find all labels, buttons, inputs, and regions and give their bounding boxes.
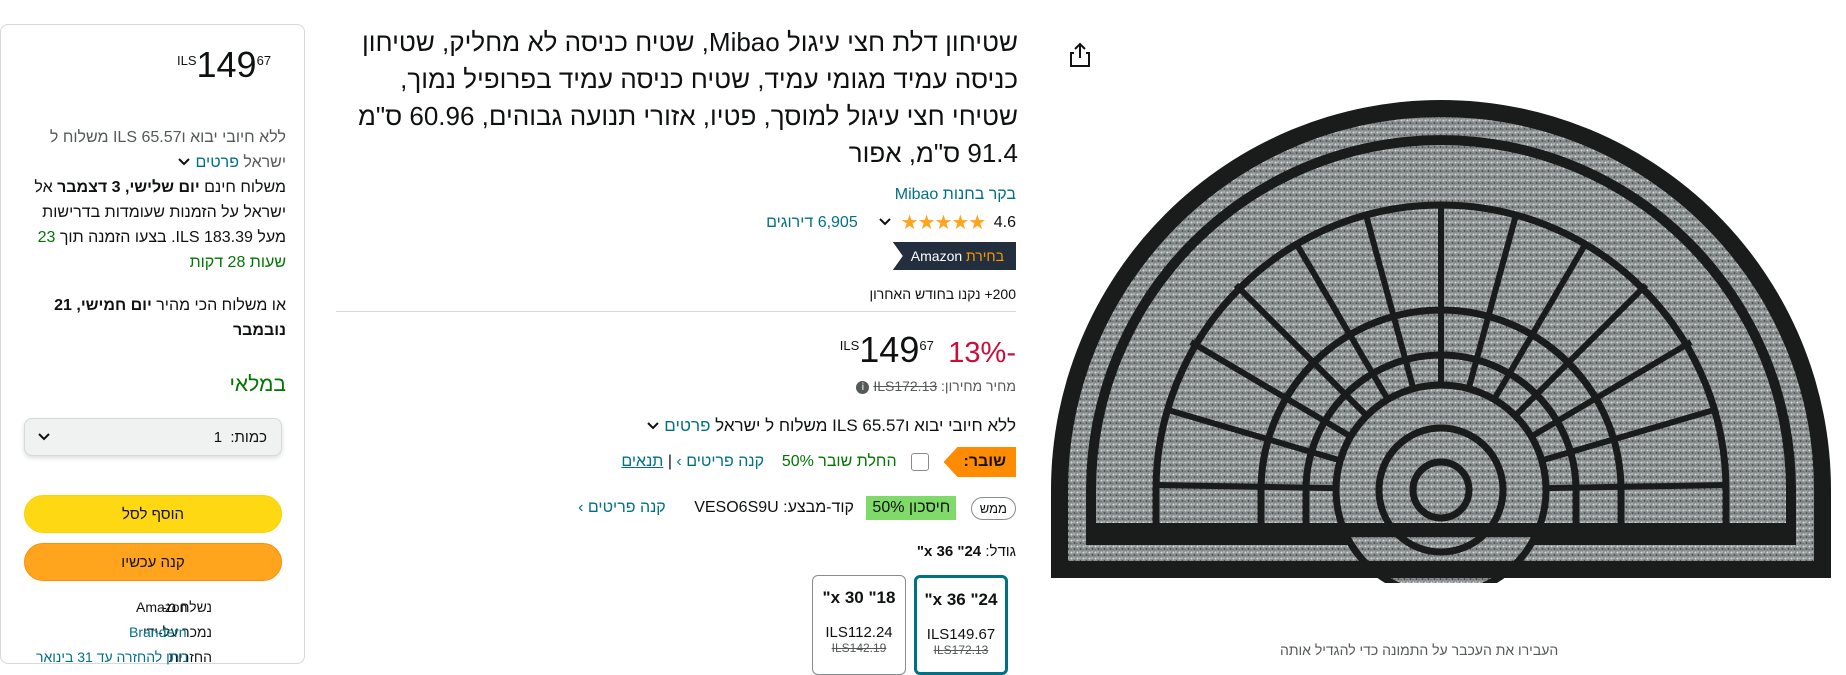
chevron-down-icon[interactable] — [878, 214, 892, 232]
in-stock-status: במלאי — [229, 373, 286, 396]
main-price: -13% ILS14967 — [839, 329, 1016, 370]
info-icon[interactable]: i — [856, 380, 870, 394]
chevron-down-icon[interactable] — [177, 154, 191, 171]
size-option-label: 18" 30 x" — [822, 588, 896, 607]
size-option-selected[interactable]: 24" 36 x" ILS149.67 ILS172.13 — [914, 575, 1008, 675]
import-fees-text: ללא חיובי יבוא וILS 65.57 משלוח ל ישראל … — [49, 129, 286, 171]
coupon-apply-label[interactable]: החלת שובר 50% — [782, 453, 897, 470]
product-image-doormat[interactable] — [1046, 65, 1836, 599]
quantity-text: כמות: 1 — [213, 429, 267, 446]
price-fraction: 67 — [256, 53, 272, 68]
ratings-count-link[interactable]: 6,905 דירוגים — [766, 214, 858, 232]
shipping-line: ללא חיובי יבוא וILS 65.57 משלוח ל ישראל … — [646, 416, 1016, 436]
chevron-down-icon[interactable] — [646, 416, 660, 435]
buybox-price: ILS14967 — [177, 47, 271, 83]
buy-now-button[interactable]: קנה עכשיו — [24, 543, 282, 581]
divider — [336, 311, 1016, 312]
free-delivery-text: משלוח חינם יום שלישי, 3 דצמבר אל ישראל ע… — [34, 179, 286, 271]
amazon-choice-badge: בחירת Amazon — [892, 242, 1016, 270]
size-option-label: 24" 36 x" — [924, 590, 998, 609]
promo-code-label: קוד-מבצע: — [783, 499, 854, 516]
size-option-price: ILS112.24 — [825, 624, 893, 641]
sold-by-link[interactable]: Brandern — [129, 624, 187, 640]
size-option-price: ILS149.67 — [926, 626, 996, 643]
promo-code: VESO6S9U — [694, 499, 779, 516]
discount-percent: -13% — [948, 337, 1016, 369]
store-link[interactable]: בקר בחנות Mibao — [895, 186, 1016, 204]
promo-row: ממש חיסכון 50% קוד-מבצע: VESO6S9U קנה פר… — [578, 496, 1016, 526]
buy-box: ILS14967 ללא חיובי יבוא וILS 65.57 משלוח… — [0, 24, 305, 665]
promo-shop-link[interactable]: קנה פריטים › — [578, 499, 666, 517]
size-option-old-price: ILS142.19 — [831, 641, 887, 655]
coupon-tag: שובר: — [943, 447, 1016, 477]
price-currency: ILS — [177, 53, 197, 68]
chevron-down-icon — [37, 429, 51, 446]
coupon-checkbox[interactable] — [911, 453, 930, 471]
promo-save-tag: חיסכון 50% — [866, 496, 957, 520]
star-rating-icon[interactable]: ★★★★★ — [901, 210, 987, 235]
details-link[interactable]: פרטים — [196, 154, 239, 171]
size-option[interactable]: 18" 30 x" ILS112.24 ILS142.19 — [812, 575, 906, 675]
fastest-delivery-text: או משלוח הכי מהיר יום חמישי, 21 נובמבר — [54, 297, 286, 339]
bought-past-month: 200+ נקנו בחודש האחרון — [869, 286, 1016, 302]
returns-link[interactable]: ניתן להחזרה עד 31 בינואר — [36, 649, 188, 665]
size-option-old-price: ILS172.13 — [933, 643, 989, 657]
coupon-shop-link[interactable]: קנה פריטים › — [676, 453, 764, 470]
list-price: מחיר מחירון: ILS172.13 i — [856, 378, 1016, 394]
coupon-row: שובר: החלת שובר 50% קנה פריטים › | תנאים — [621, 447, 1016, 479]
rating-value: 4.6 — [993, 213, 1016, 231]
ships-from-value: Amazon — [136, 599, 188, 615]
quantity-select[interactable]: כמות: 1 — [24, 418, 282, 456]
promo-badge: ממש — [970, 496, 1016, 520]
shipping-details-link[interactable]: פרטים — [664, 416, 710, 435]
coupon-terms-link[interactable]: תנאים — [621, 453, 663, 470]
product-title: שטיחון דלת חצי עיגול Mibao, שטיח כניסה ל… — [357, 27, 1018, 168]
separator: | — [667, 453, 672, 471]
size-label: גודל: 24" 36 x" — [916, 543, 1016, 560]
rating-row: 4.6 ★★★★★ 6,905 דירוגים — [766, 210, 1016, 235]
add-to-cart-button[interactable]: הוסף לסל — [24, 495, 282, 533]
price-whole: 149 — [196, 44, 257, 85]
image-caption: העבירו את העכבר על התמונה כדי להגדיל אות… — [1280, 642, 1559, 658]
